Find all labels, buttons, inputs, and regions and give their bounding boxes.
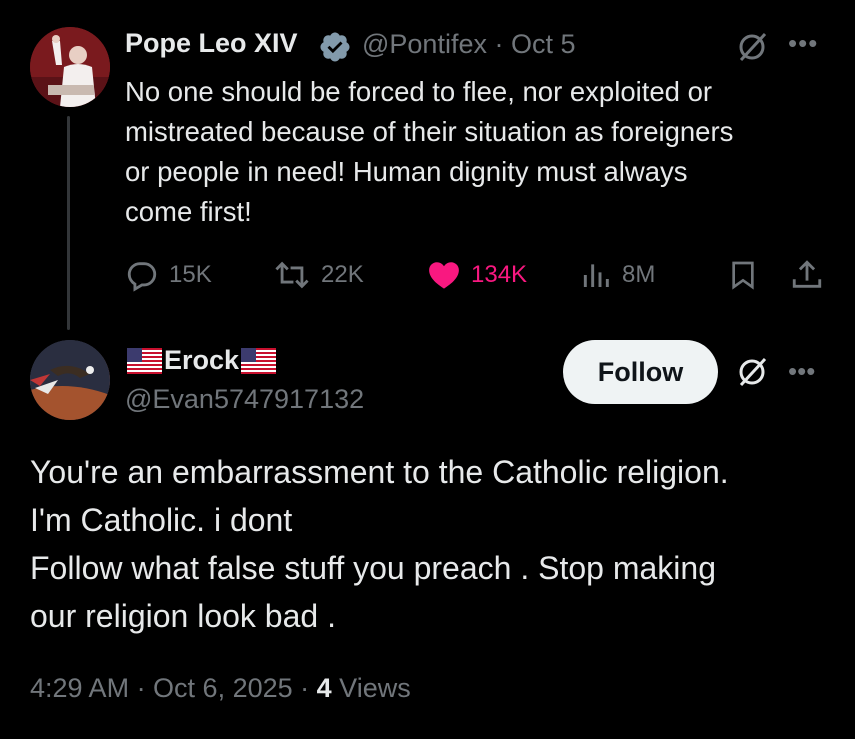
parent-author-avatar[interactable]	[30, 27, 110, 107]
more-icon[interactable]: •••	[788, 28, 818, 59]
follow-button[interactable]: Follow	[563, 340, 718, 404]
reply-author-name-row[interactable]: Erock	[125, 345, 278, 376]
parent-author-name[interactable]: Pope Leo XIV	[125, 28, 298, 59]
views-button[interactable]: 8M	[580, 255, 655, 295]
reply-author-handle[interactable]: @Evan5747917132	[125, 384, 364, 415]
share-button[interactable]	[790, 255, 834, 295]
repost-button[interactable]: 22K	[273, 255, 364, 295]
grok-icon[interactable]	[736, 31, 768, 63]
reply-button[interactable]: 15K	[125, 255, 212, 295]
views-label: Views	[331, 673, 411, 703]
heart-icon	[429, 262, 459, 289]
repost-count: 22K	[321, 261, 364, 288]
thread-line	[67, 116, 70, 330]
reply-author-name: Erock	[164, 345, 240, 375]
parent-handle-date[interactable]: @Pontifex · Oct 5	[362, 29, 575, 60]
bookmark-icon	[732, 261, 754, 290]
avatar-image	[30, 340, 110, 420]
tweet-metadata: 4:29 AM · Oct 6, 2025 · 4 Views	[30, 673, 411, 704]
us-flag-icon	[241, 347, 277, 374]
parent-tweet-text: No one should be forced to flee, nor exp…	[125, 76, 734, 227]
views-count: 8M	[622, 261, 656, 288]
views-count: 4	[316, 673, 332, 703]
grok-icon[interactable]	[736, 356, 768, 388]
reply-author-avatar[interactable]	[30, 340, 110, 420]
reply-count: 15K	[169, 261, 212, 288]
us-flag-icon	[127, 347, 162, 374]
like-button[interactable]: 134K	[427, 255, 527, 295]
more-icon[interactable]: •••	[788, 356, 815, 387]
reply-icon	[127, 262, 157, 292]
tweet-actions-bar: 15K 22K 134K 8M	[125, 255, 825, 295]
repost-icon	[275, 261, 309, 289]
avatar-image	[30, 27, 110, 107]
like-count: 134K	[471, 261, 528, 288]
views-icon	[583, 264, 609, 287]
timestamp[interactable]: 4:29 AM · Oct 6, 2025 ·	[30, 673, 317, 703]
share-icon	[792, 260, 822, 288]
verified-badge-icon[interactable]	[318, 30, 352, 64]
bookmark-button[interactable]	[727, 255, 769, 295]
reply-tweet-text: You're an embarrassment to the Catholic …	[30, 454, 729, 634]
